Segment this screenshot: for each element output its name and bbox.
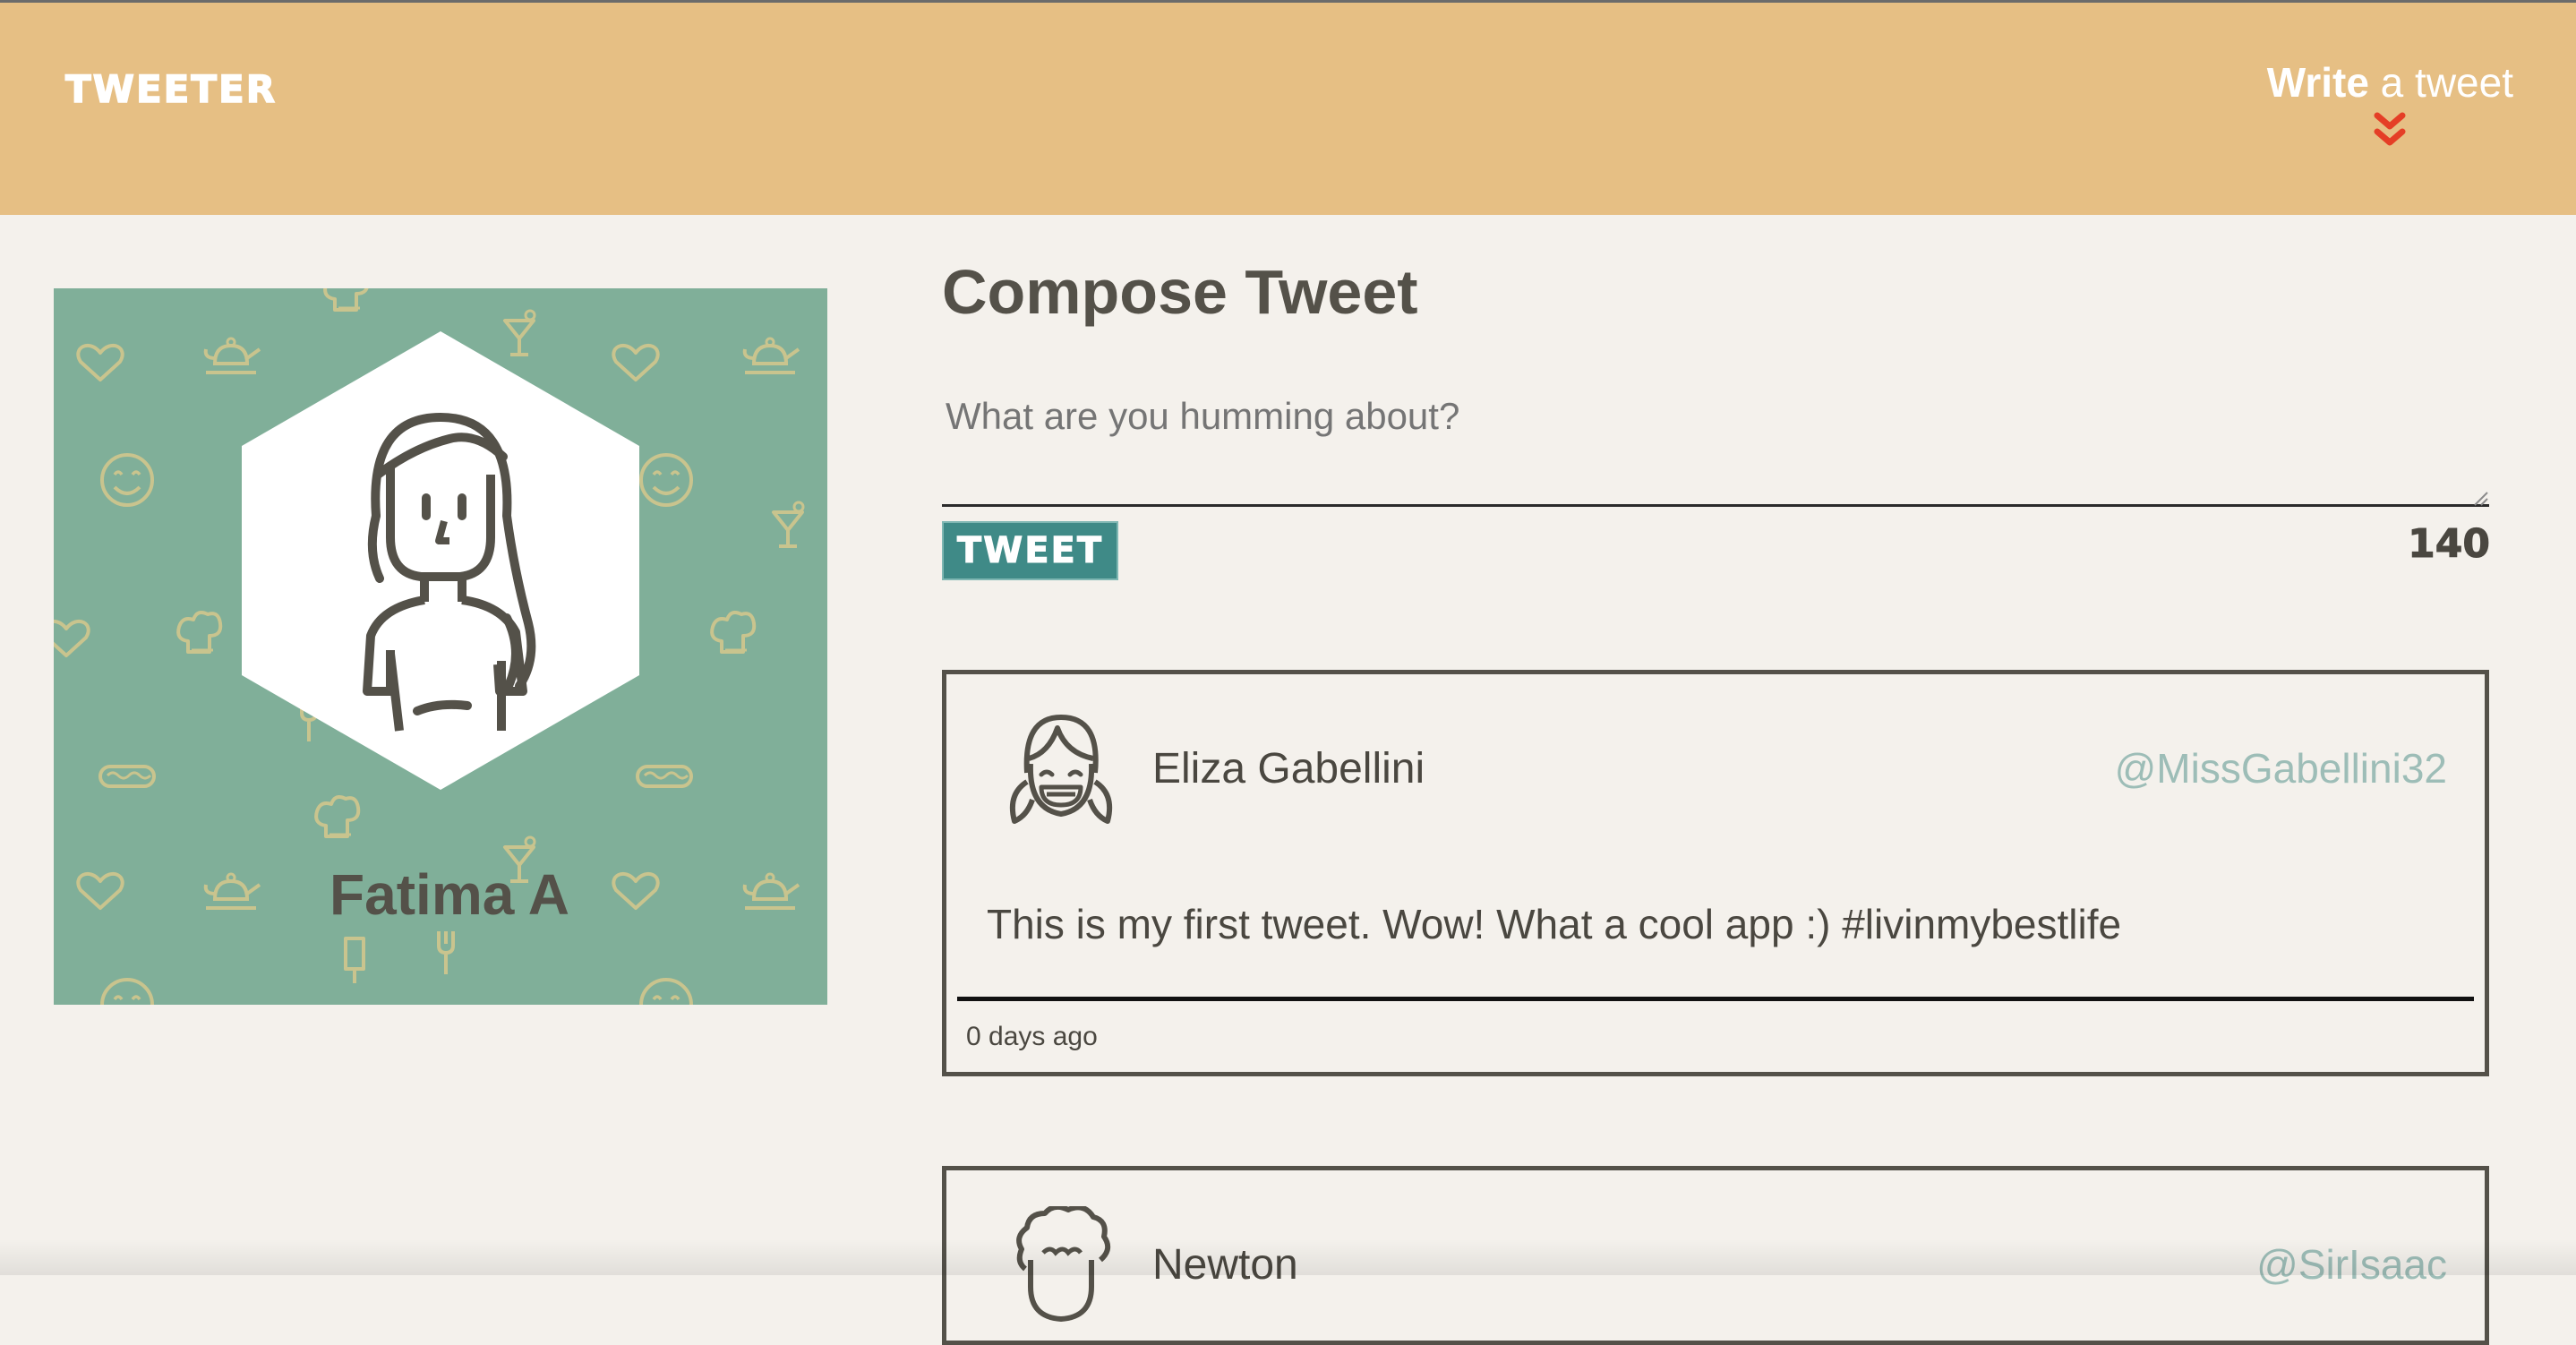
char-counter: 140 [2408, 521, 2491, 568]
tweet-author-name: Newton [1152, 1241, 1298, 1289]
tweet-timestamp: 0 days ago [966, 1022, 1098, 1051]
girl-avatar-icon [1009, 715, 1113, 824]
write-tweet-label: Write a tweet [2267, 58, 2513, 107]
tweet-author-handle[interactable]: @SirIsaac [2256, 1240, 2447, 1289]
top-navbar: TWEETER Write a tweet [0, 0, 2576, 215]
double-chevron-down-icon [2374, 112, 2406, 146]
tweet-text: This is my first tweet. Wow! What a cool… [987, 901, 2122, 947]
tweet-button[interactable]: TWEET [942, 521, 1118, 580]
tweet-divider [957, 997, 2474, 1001]
curly-hair-avatar-icon [1016, 1206, 1111, 1323]
compose-title: Compose Tweet [942, 257, 1418, 327]
resize-grip-icon[interactable] [2471, 489, 2489, 507]
write-tweet-rest: a tweet [2368, 59, 2513, 106]
tweet-author-name: Eliza Gabellini [1152, 745, 1425, 792]
brand-logo[interactable]: TWEETER [64, 66, 277, 112]
woman-avatar-icon [242, 331, 639, 790]
write-tweet-strong: Write [2266, 59, 2369, 106]
profile-name: Fatima A [329, 862, 569, 927]
tweet-author-handle[interactable]: @MissGabellini32 [2115, 744, 2447, 792]
profile-card: Fatima A [54, 288, 827, 1005]
tweet-input[interactable] [942, 385, 2489, 507]
tweet-card: Newton @SirIsaac [942, 1166, 2489, 1345]
write-tweet-toggle[interactable]: Write a tweet [2267, 58, 2513, 151]
tweet-card: Eliza Gabellini @MissGabellini32 This is… [942, 670, 2489, 1076]
